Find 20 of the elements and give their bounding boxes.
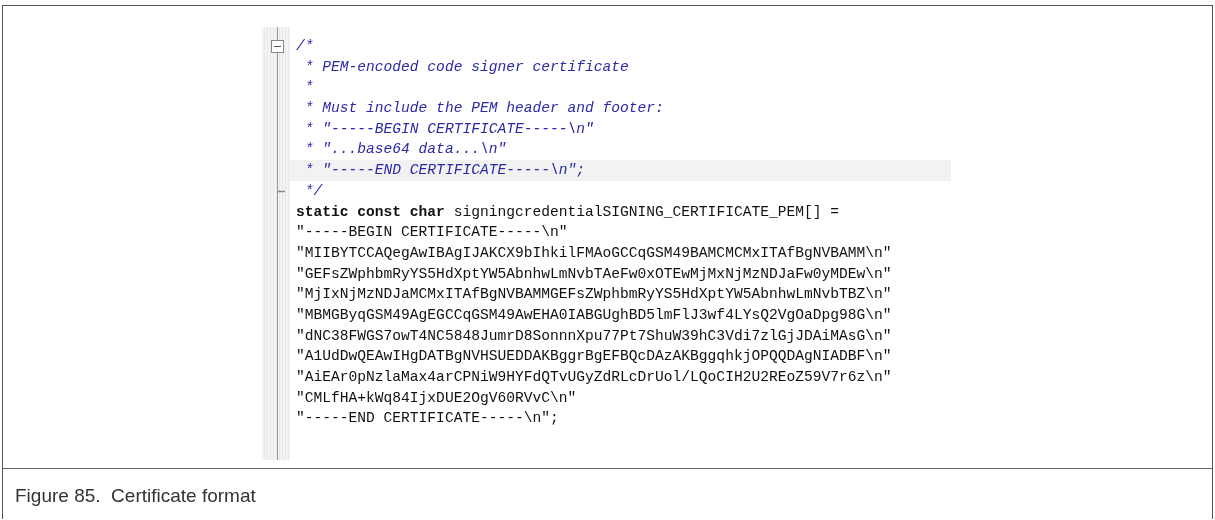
code-comment-line: */ — [303, 181, 324, 201]
code-line: "MBMGByqGSM49AgEGCCqGSM49AwEHA0IABGUghBD5lmFlJ3wf4LYsQ2VgOaDpg98G\n" — [295, 305, 893, 325]
code-line: "AiEAr0pNzlaMax4arCPNiW9HYFdQTvUGyZdRLcDrUol/LQoCIH2U2REoZ59V7r6z\n" — [295, 368, 893, 387]
code-line: "MjIxNjMzNDJaMCMxITAfBgNVBAMMGEFsZWphbmRyYS5HdXptYW5AbnhwLmNvbTBZ\n" — [295, 285, 893, 305]
code-comment-line: * — [303, 78, 315, 98]
code-comment-line: * "...base64 data...\n" — [303, 140, 508, 160]
code-comment-line: /* — [295, 37, 315, 56]
code-line: static const char signingcredentialSIGNING_CERTIFICATE_PEM[] = — [295, 202, 840, 222]
code-line: "CMLfHA+kWq84IjxDUE2OgV60RVvC\n" — [295, 388, 578, 408]
code-line: "-----END CERTIFICATE-----\n"; — [295, 409, 560, 429]
code-comment-line: * PEM-encoded code signer certificate — [303, 57, 630, 77]
fold-collapse-icon[interactable] — [271, 39, 284, 53]
code-line: "dNC38FWGS7owT4NC5848JumrD8SonnnXpu77Pt7ShuW39hC3Vdi7zlGjJDAiMAsG\n" — [295, 326, 893, 346]
code-line: "MIIBYTCCAQegAwIBAgIJAKCX9bIhkilFMAoGCCqGSM49BAMCMCMxITAfBgNVBAMM\n" — [295, 243, 893, 263]
code-line: "-----BEGIN CERTIFICATE-----\n" — [295, 223, 569, 243]
code-comment-line: * Must include the PEM header and footer: — [303, 99, 665, 119]
figure-caption: Figure 85. Certificate format — [14, 484, 257, 507]
code-line: "GEFsZWphbmRyYS5HdXptYW5AbnhwLmNvbTAeFw0xOTEwMjMxNjMzNDJaFw0yMDEw\n" — [295, 264, 893, 284]
code-line: "A1UdDwQEAwIHgDATBgNVHSUEDDAKBggrBgEFBQcDAzAKBggqhkjOPQQDAgNIADBF\n" — [295, 347, 893, 367]
code-comment-line: * "-----BEGIN CERTIFICATE-----\n" — [303, 119, 595, 139]
